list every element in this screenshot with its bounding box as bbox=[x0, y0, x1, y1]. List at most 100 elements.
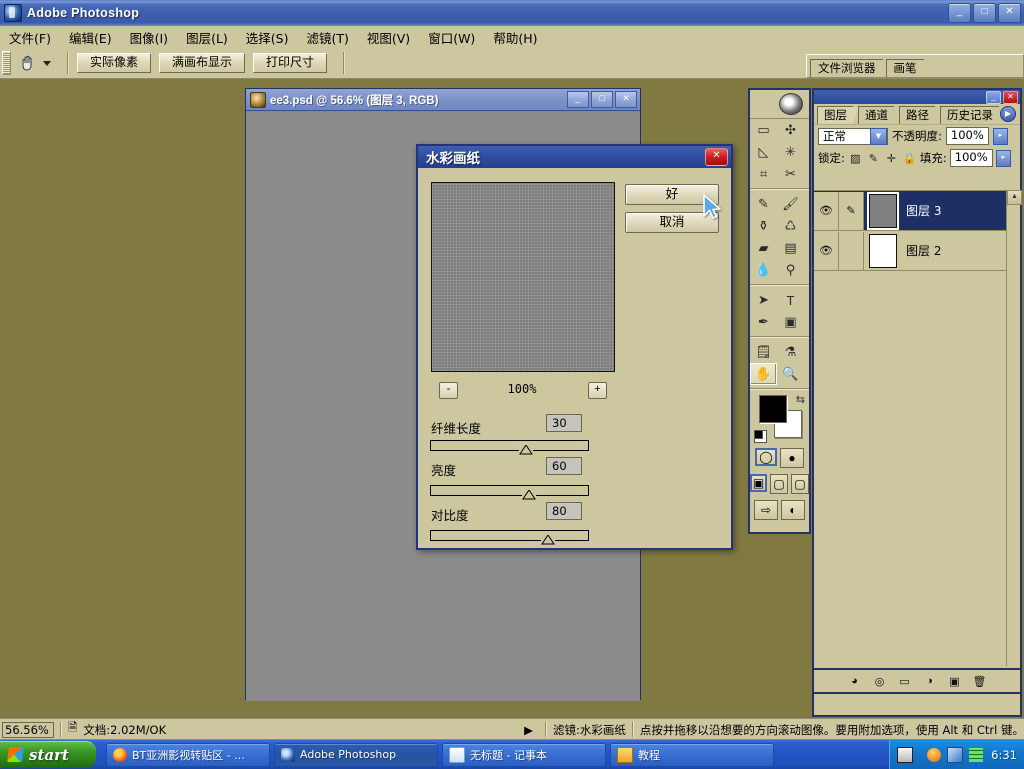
marquee-tool-icon[interactable]: ▭ bbox=[750, 119, 777, 141]
layers-close-button[interactable]: ✕ bbox=[1003, 90, 1018, 104]
type-tool-icon[interactable]: T bbox=[777, 289, 804, 311]
document-minimize-button[interactable]: _ bbox=[567, 91, 589, 108]
notes-tool-icon[interactable]: 🗒 bbox=[750, 341, 777, 363]
adjustment-layer-icon[interactable]: ◑ bbox=[922, 674, 938, 689]
maximize-button[interactable]: □ bbox=[973, 3, 996, 23]
standard-screen-icon[interactable]: ▣ bbox=[750, 474, 768, 492]
menu-view[interactable]: 视图(V) bbox=[358, 26, 419, 49]
tab-brushes[interactable]: 画笔 bbox=[885, 59, 931, 77]
print-size-button[interactable]: 打印尺寸 bbox=[253, 53, 328, 73]
fill-slider-arrow-icon[interactable]: ▸ bbox=[995, 149, 1011, 167]
layers-palette-titlebar[interactable]: _ ✕ bbox=[814, 90, 1020, 104]
lock-all-icon[interactable]: 🔒 bbox=[902, 151, 917, 166]
layer-visibility-icon[interactable]: 👁 bbox=[814, 191, 839, 230]
default-colors-icon[interactable] bbox=[754, 430, 767, 443]
tab-history[interactable]: 历史记录 bbox=[940, 106, 1005, 124]
grid-icon[interactable] bbox=[969, 747, 984, 762]
history-brush-icon[interactable]: ♺ bbox=[777, 215, 804, 237]
fullscreen-icon[interactable]: ▢ bbox=[791, 474, 809, 494]
menu-file[interactable]: 文件(F) bbox=[0, 26, 60, 49]
brush-tool-icon[interactable]: 🖌 bbox=[777, 193, 804, 215]
move-tool-icon[interactable]: ✣ bbox=[777, 119, 804, 141]
table-row[interactable]: 👁 ✎ 图层 3 bbox=[814, 191, 1020, 231]
jump-to-imageready-icon[interactable]: ⇨ bbox=[754, 500, 778, 520]
start-button[interactable]: start bbox=[0, 741, 96, 768]
tab-layers[interactable]: 图层 bbox=[817, 106, 859, 124]
layer-active-brush-icon[interactable]: ✎ bbox=[839, 191, 864, 230]
lock-transparent-icon[interactable]: ▨ bbox=[848, 151, 863, 166]
crop-tool-icon[interactable]: ⌗ bbox=[750, 163, 777, 185]
taskbar-item-photoshop[interactable]: Adobe Photoshop bbox=[274, 742, 438, 767]
lock-image-icon[interactable]: ✎ bbox=[866, 151, 881, 166]
layer-name[interactable]: 图层 3 bbox=[906, 202, 941, 219]
document-maximize-button[interactable]: □ bbox=[591, 91, 613, 108]
magic-wand-tool-icon[interactable]: ✳ bbox=[777, 141, 804, 163]
dialog-close-button[interactable]: ✕ bbox=[705, 148, 728, 166]
contrast-value[interactable]: 80 bbox=[546, 502, 582, 520]
menu-image[interactable]: 图像(I) bbox=[121, 26, 177, 49]
fit-on-screen-button[interactable]: 满画布显示 bbox=[159, 53, 246, 73]
new-group-icon[interactable]: ▭ bbox=[897, 674, 913, 689]
blend-mode-select[interactable]: 正常 ▼ bbox=[818, 127, 888, 145]
network-icon[interactable] bbox=[947, 746, 964, 763]
menu-filter[interactable]: 滤镜(T) bbox=[297, 26, 357, 49]
healing-brush-icon[interactable]: ✎ bbox=[750, 193, 777, 215]
delete-layer-icon[interactable]: 🗑 bbox=[972, 674, 988, 689]
dodge-tool-icon[interactable]: ⚲ bbox=[777, 259, 804, 281]
lasso-tool-icon[interactable]: ◺ bbox=[750, 141, 777, 163]
swap-colors-icon[interactable]: ⇆ bbox=[796, 393, 805, 406]
layer-mask-icon[interactable]: ◎ bbox=[872, 674, 888, 689]
zoom-in-button[interactable]: + bbox=[588, 382, 607, 399]
filter-preview[interactable] bbox=[431, 182, 615, 372]
tab-file-browser[interactable]: 文件浏览器 bbox=[810, 59, 889, 77]
palette-menu-icon[interactable]: ▶ bbox=[1000, 106, 1016, 122]
opacity-slider-arrow-icon[interactable]: ▸ bbox=[992, 127, 1008, 145]
path-selection-icon[interactable]: ➤ bbox=[750, 289, 777, 311]
image-preview-icon[interactable]: ◐ bbox=[781, 500, 805, 520]
brightness-slider-track[interactable] bbox=[430, 485, 589, 496]
brightness-slider-thumb[interactable] bbox=[522, 490, 536, 500]
document-titlebar[interactable]: ee3.psd @ 56.6% (图层 3, RGB) _ □ ✕ bbox=[246, 89, 640, 111]
slice-tool-icon[interactable]: ✂ bbox=[777, 163, 804, 185]
tab-paths[interactable]: 路径 bbox=[899, 106, 941, 124]
fullscreen-menubar-icon[interactable]: ▢ bbox=[770, 474, 789, 494]
layer-visibility-icon[interactable]: 👁 bbox=[814, 231, 839, 270]
zoom-level-input[interactable]: 56.56% bbox=[2, 721, 54, 738]
layer-thumbnail[interactable] bbox=[869, 233, 897, 268]
fiber-length-slider-thumb[interactable] bbox=[519, 445, 533, 455]
close-button[interactable]: ✕ bbox=[998, 3, 1021, 23]
contrast-slider-thumb[interactable] bbox=[541, 535, 555, 545]
taskbar-item-folder[interactable]: 教程 bbox=[610, 742, 774, 767]
menu-help[interactable]: 帮助(H) bbox=[484, 26, 546, 49]
standard-mode-icon[interactable]: ◯ bbox=[755, 448, 777, 466]
keyboard-layout-icon[interactable] bbox=[897, 746, 914, 763]
dialog-titlebar[interactable]: 水彩画纸 ✕ bbox=[418, 146, 731, 168]
layers-scrollbar[interactable]: ▲ bbox=[1006, 190, 1022, 666]
shape-tool-icon[interactable]: ▣ bbox=[777, 311, 804, 333]
table-row[interactable]: 👁 图层 2 bbox=[814, 231, 1020, 271]
new-layer-icon[interactable]: ▣ bbox=[947, 674, 963, 689]
layers-minimize-button[interactable]: _ bbox=[986, 90, 1001, 104]
opacity-input[interactable]: 100% bbox=[945, 127, 989, 145]
blur-tool-icon[interactable]: 💧 bbox=[750, 259, 777, 281]
taskbar-item-notepad[interactable]: 无标题 - 记事本 bbox=[442, 742, 606, 767]
scroll-up-icon[interactable]: ▲ bbox=[1007, 190, 1022, 205]
actual-pixels-button[interactable]: 实际像素 bbox=[77, 53, 152, 73]
fill-input[interactable]: 100% bbox=[949, 149, 993, 167]
fiber-length-slider-track[interactable] bbox=[430, 440, 589, 451]
menu-edit[interactable]: 编辑(E) bbox=[60, 26, 121, 49]
fiber-length-value[interactable]: 30 bbox=[546, 414, 582, 432]
menu-window[interactable]: 窗口(W) bbox=[419, 26, 484, 49]
hand-tool-icon[interactable]: ✋ bbox=[750, 363, 777, 385]
gradient-tool-icon[interactable]: ▤ bbox=[777, 237, 804, 259]
brightness-value[interactable]: 60 bbox=[546, 457, 582, 475]
eyedropper-tool-icon[interactable]: ⚗ bbox=[777, 341, 804, 363]
toolbox-header[interactable] bbox=[750, 90, 809, 119]
contrast-slider-track[interactable] bbox=[430, 530, 589, 541]
layer-style-icon[interactable]: ◕ bbox=[847, 674, 863, 689]
status-menu-arrow-icon[interactable]: ▶ bbox=[524, 723, 533, 737]
shield-icon[interactable] bbox=[927, 747, 942, 762]
pen-tool-icon[interactable]: ✒ bbox=[750, 311, 777, 333]
clone-stamp-icon[interactable]: ⚱ bbox=[750, 215, 777, 237]
minimize-button[interactable]: _ bbox=[948, 3, 971, 23]
